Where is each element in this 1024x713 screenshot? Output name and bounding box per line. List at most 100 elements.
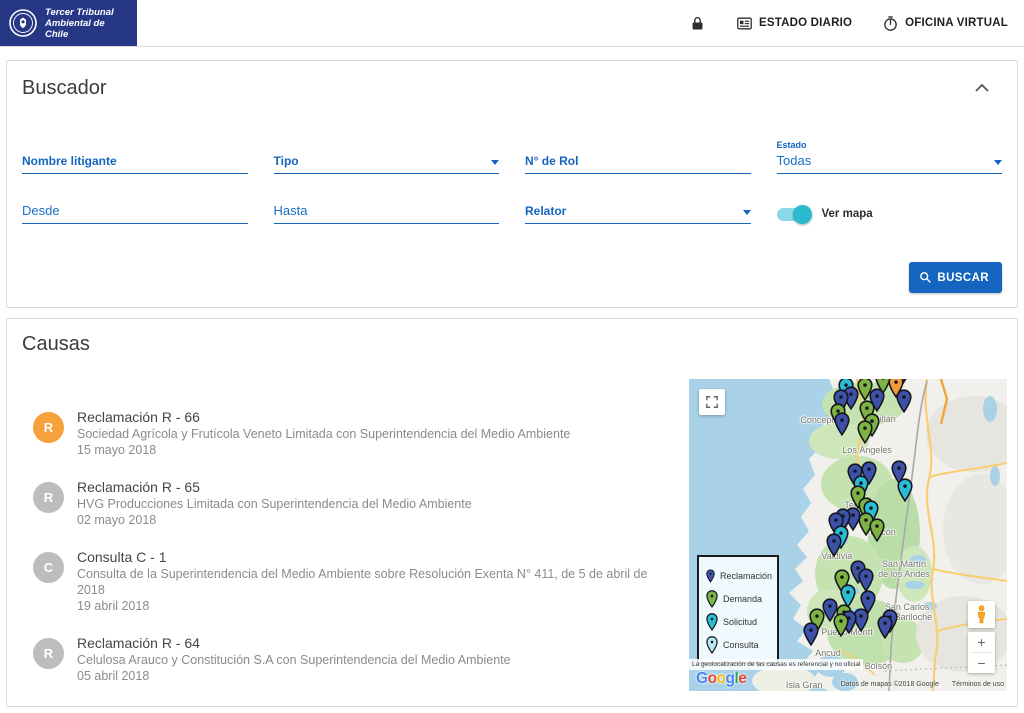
map-marker-demanda[interactable]	[857, 420, 873, 449]
map-fullscreen-button[interactable]	[699, 389, 725, 415]
ver-mapa-toggle[interactable]	[777, 208, 810, 221]
hasta-label: Hasta	[274, 203, 308, 218]
nombre-litigante-label: Nombre litigante	[22, 154, 117, 168]
chevron-down-icon	[994, 160, 1002, 165]
map-pin-icon	[896, 389, 912, 413]
oficina-virtual-icon	[882, 15, 899, 32]
map-pin-icon	[706, 567, 715, 585]
buscar-button[interactable]: BUSCAR	[909, 262, 1002, 293]
map-pin-icon	[706, 590, 718, 608]
tipo-select[interactable]: Tipo	[274, 140, 500, 174]
zoom-out-button[interactable]: −	[968, 653, 995, 673]
causas-map[interactable]: ConcepciónChillánLos ÁngelesTemucoPucónV…	[689, 379, 1007, 691]
causas-title: Causas	[22, 333, 1002, 356]
zoom-in-button[interactable]: +	[968, 632, 995, 652]
tribunal-logo[interactable]: Tercer Tribunal Ambiental de Chile	[0, 0, 137, 46]
map-attribution: Datos de mapas ©2018 Google	[841, 681, 939, 688]
case-subtitle: Consulta de la Superintendencia del Medi…	[77, 566, 657, 598]
nav-oficina-virtual[interactable]: OFICINA VIRTUAL	[882, 15, 1008, 32]
map-marker-demanda[interactable]	[833, 613, 849, 642]
case-title: Reclamación R - 65	[77, 479, 472, 496]
legend-row-solicitud: Solicitud	[706, 610, 772, 633]
map-legend: Reclamación Demanda Solicitud Consulta	[697, 555, 779, 664]
legend-row-consulta: Consulta	[706, 633, 772, 656]
estado-select[interactable]: Todas	[777, 153, 1003, 168]
chevron-down-icon	[491, 160, 499, 165]
estado-value: Todas	[777, 153, 812, 168]
legend-label: Reclamación	[720, 571, 772, 581]
nav-oficina-virtual-label: OFICINA VIRTUAL	[905, 17, 1008, 29]
chevron-down-icon	[743, 210, 751, 215]
fullscreen-icon	[705, 395, 719, 409]
map-pin-icon	[869, 518, 885, 542]
estado-diario-icon	[736, 15, 753, 32]
case-list: R Reclamación R - 66 Sociedad Agrícola y…	[7, 409, 657, 707]
map-disclaimer: La geolocalización de las causas es refe…	[689, 659, 863, 670]
case-title: Exhorto E - 1	[77, 705, 159, 707]
map-pin-icon	[706, 636, 718, 654]
case-subtitle: HVG Producciones Limitada con Superinten…	[77, 496, 472, 512]
map-pin-icon	[833, 613, 849, 637]
map-marker-reclamacion[interactable]	[826, 533, 842, 562]
app-header: Tercer Tribunal Ambiental de Chile ESTAD…	[0, 0, 1024, 47]
map-zoom-control: + −	[968, 632, 995, 673]
buscador-title: Buscador	[22, 77, 107, 100]
tribunal-seal-icon	[8, 8, 38, 38]
map-marker-reclamacion[interactable]	[896, 389, 912, 418]
case-list-item[interactable]: R Reclamación R - 64 Celulosa Arauco y C…	[33, 635, 657, 684]
hasta-field[interactable]: Hasta	[274, 198, 500, 224]
map-pin-icon	[826, 533, 842, 557]
rol-field[interactable]: N° de Rol	[525, 140, 751, 174]
rol-label: N° de Rol	[525, 154, 578, 168]
map-pin-icon	[834, 412, 850, 436]
map-marker-reclamacion[interactable]	[834, 412, 850, 441]
case-list-item[interactable]: R Reclamación R - 65 HVG Producciones Li…	[33, 479, 657, 528]
map-pin-icon	[857, 420, 873, 444]
tipo-label: Tipo	[274, 154, 299, 168]
map-marker-reclamacion[interactable]	[877, 615, 893, 644]
legend-label: Demanda	[723, 594, 762, 604]
map-terms-link[interactable]: Términos de uso	[952, 681, 1004, 688]
map-pin-icon	[706, 613, 718, 631]
case-title: Reclamación R - 64	[77, 635, 511, 652]
case-date: 15 mayo 2018	[77, 442, 570, 458]
pegman-button[interactable]	[968, 601, 995, 628]
nav-estado-diario[interactable]: ESTADO DIARIO	[736, 15, 852, 32]
case-subtitle: Sociedad Agrícola y Frutícola Veneto Lim…	[77, 426, 570, 442]
pegman-icon	[975, 605, 988, 624]
case-list-item[interactable]: C Consulta C - 1 Consulta de la Superint…	[33, 549, 657, 614]
case-list-item[interactable]: E Exhorto E - 1	[33, 705, 657, 707]
relator-select[interactable]: Relator	[525, 198, 751, 224]
map-marker-reclamacion[interactable]	[803, 622, 819, 651]
map-marker-solicitud[interactable]	[897, 478, 913, 507]
case-avatar: R	[33, 638, 64, 669]
map-pin-icon	[858, 568, 874, 592]
case-subtitle: Celulosa Arauco y Constitución S.A con S…	[77, 652, 511, 668]
case-title: Reclamación R - 66	[77, 409, 570, 426]
causas-panel: Causas R Reclamación R - 66 Sociedad Agr…	[6, 318, 1018, 707]
nombre-litigante-field[interactable]: Nombre litigante	[22, 140, 248, 174]
case-avatar: R	[33, 412, 64, 443]
buscador-panel: Buscador Nombre litigante Tipo N° de Rol…	[6, 60, 1018, 308]
nav-estado-diario-label: ESTADO DIARIO	[759, 17, 852, 29]
lock-icon[interactable]	[689, 15, 706, 32]
legend-row-demanda: Demanda	[706, 587, 772, 610]
case-title: Consulta C - 1	[77, 549, 657, 566]
legend-label: Solicitud	[723, 617, 757, 627]
ver-mapa-label: Ver mapa	[822, 208, 873, 220]
case-date: 19 abril 2018	[77, 598, 657, 614]
case-list-item[interactable]: R Reclamación R - 66 Sociedad Agrícola y…	[33, 409, 657, 458]
top-nav: ESTADO DIARIO OFICINA VIRTUAL	[689, 15, 1024, 32]
desde-field[interactable]: Desde	[22, 198, 248, 224]
legend-label: Consulta	[723, 640, 759, 650]
search-icon	[919, 271, 932, 284]
desde-label: Desde	[22, 203, 60, 218]
map-pin-icon	[877, 615, 893, 639]
map-pin-icon	[897, 478, 913, 502]
legend-row-reclamacion: Reclamación	[706, 564, 772, 587]
estado-label: Estado	[777, 140, 1003, 150]
chevron-up-icon	[974, 83, 990, 93]
map-marker-demanda[interactable]	[869, 518, 885, 547]
case-date: 02 mayo 2018	[77, 512, 472, 528]
collapse-panel-button[interactable]	[974, 81, 990, 96]
